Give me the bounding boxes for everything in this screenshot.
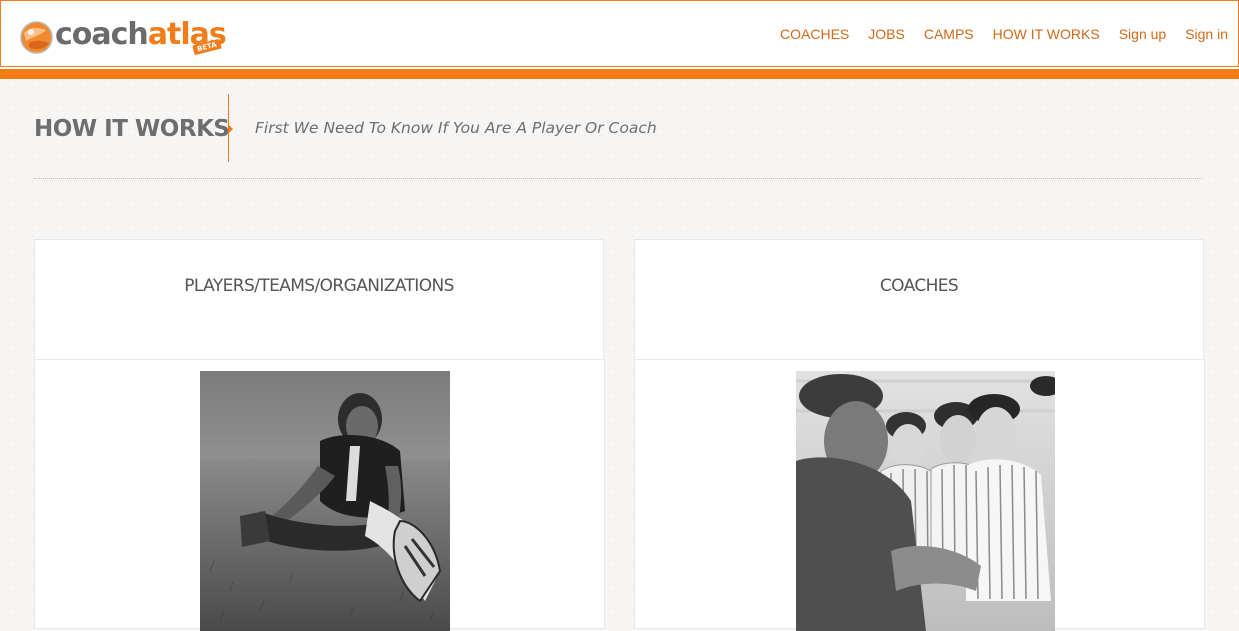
coaches-card[interactable]: COACHES [634,239,1205,631]
players-card[interactable]: PLAYERS/TEAMS/ORGANIZATIONS [34,239,605,631]
page-title-row: HOW IT WORKS First We Need To Know If Yo… [34,94,1202,164]
nav-sign-in[interactable]: Sign in [1185,25,1228,43]
site-logo[interactable]: coachatlas BETA [20,17,227,57]
site-header: coachatlas BETA COACHES JOBS CAMPS HOW I… [0,0,1239,79]
coaches-card-header[interactable]: COACHES [634,239,1204,360]
nav-jobs[interactable]: JOBS [868,25,905,43]
page-title: HOW IT WORKS [34,116,230,142]
main-nav: COACHES JOBS CAMPS HOW IT WORKS Sign up … [780,25,1228,43]
header-accent-bar [0,68,1239,79]
title-arrow-icon [229,125,233,133]
nav-how-it-works[interactable]: HOW IT WORKS [993,25,1100,43]
page-subtitle: First We Need To Know If You Are A Playe… [255,119,657,137]
coaches-card-body[interactable] [634,359,1205,631]
coach-photo-image [796,371,1055,631]
nav-camps[interactable]: CAMPS [924,25,974,43]
nav-sign-up[interactable]: Sign up [1119,25,1166,43]
players-card-body[interactable] [34,359,605,631]
player-photo-image [200,371,450,631]
players-card-title: PLAYERS/TEAMS/ORGANIZATIONS [184,276,454,296]
section-divider [34,178,1202,179]
coaches-card-title: COACHES [879,276,959,296]
nav-coaches[interactable]: COACHES [780,25,849,43]
globe-ball-icon [20,21,53,54]
players-card-header[interactable]: PLAYERS/TEAMS/ORGANIZATIONS [34,239,604,360]
logo-part-coach: coach [55,17,149,52]
player-stretching-photo[interactable] [200,371,450,631]
coach-with-team-photo[interactable] [796,371,1055,631]
